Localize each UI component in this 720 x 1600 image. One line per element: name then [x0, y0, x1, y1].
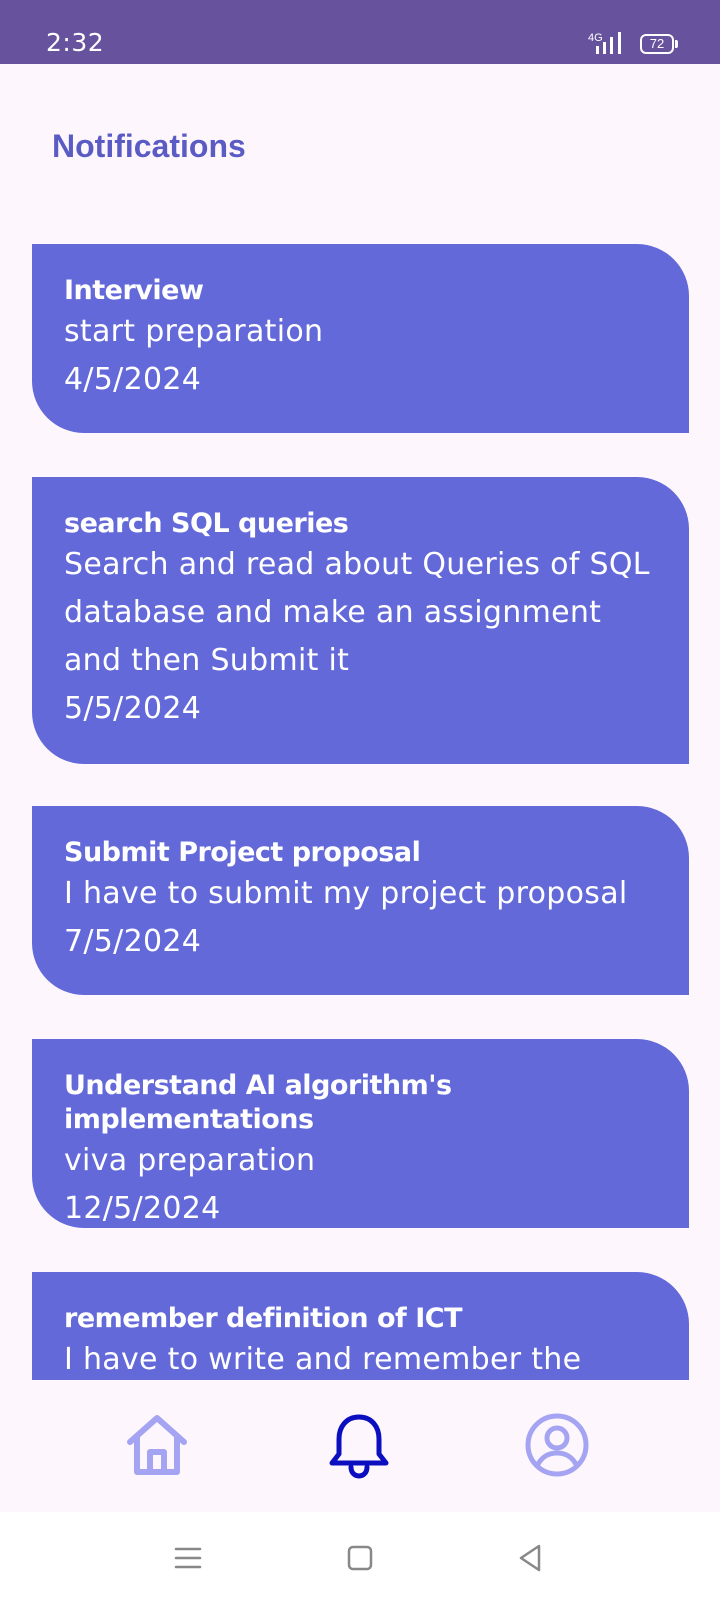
- notification-list[interactable]: Interview start preparation 4/5/2024 sea…: [0, 244, 720, 1380]
- battery-level: 72: [649, 36, 665, 51]
- home-icon: [127, 1415, 187, 1475]
- account-circle-icon: [525, 1413, 589, 1477]
- notification-card[interactable]: Submit Project proposal I have to submit…: [32, 806, 689, 995]
- notification-date: 5/5/2024: [64, 691, 202, 726]
- battery-cap: [675, 40, 678, 48]
- notification-body: I have to submit my project proposal: [64, 876, 628, 911]
- notification-date: 7/5/2024: [64, 924, 202, 959]
- system-navigation-bar: [0, 1512, 720, 1600]
- notification-date: 4/5/2024: [64, 362, 202, 397]
- notification-body: I have to write and remember the: [64, 1342, 582, 1377]
- bell-icon: [329, 1414, 389, 1479]
- notification-body: start preparation: [64, 314, 324, 349]
- notification-body: Search and read about Queries of SQL dat…: [64, 547, 650, 678]
- battery-icon: 72: [640, 34, 674, 54]
- notification-body: viva preparation: [64, 1143, 316, 1178]
- notification-date: 12/5/2024: [64, 1191, 221, 1226]
- notification-card[interactable]: Understand AI algorithm's implementation…: [32, 1039, 689, 1228]
- page-title: Notifications: [52, 128, 246, 164]
- status-time: 2:32: [46, 28, 105, 57]
- notification-card[interactable]: remember definition of ICT I have to wri…: [32, 1272, 689, 1380]
- notification-card[interactable]: Interview start preparation 4/5/2024: [32, 244, 689, 433]
- signal-icon: 4G: [588, 32, 621, 54]
- menu-icon[interactable]: [170, 1540, 206, 1576]
- notification-title: Interview: [64, 275, 204, 306]
- status-bar: 2:32 4G 72: [0, 0, 720, 64]
- nav-home[interactable]: [122, 1410, 192, 1480]
- notification-title: Understand AI algorithm's implementation…: [64, 1070, 452, 1135]
- network-label: 4G: [588, 32, 603, 44]
- bottom-nav: [0, 1380, 720, 1512]
- nav-profile[interactable]: [522, 1410, 592, 1480]
- back-triangle-icon[interactable]: [512, 1540, 548, 1576]
- notification-card[interactable]: search SQL queries Search and read about…: [32, 477, 689, 764]
- notification-title: Submit Project proposal: [64, 837, 421, 868]
- notification-title: remember definition of ICT: [64, 1303, 463, 1334]
- square-icon[interactable]: [342, 1540, 378, 1576]
- notification-title: search SQL queries: [64, 508, 349, 539]
- nav-notifications[interactable]: [324, 1410, 394, 1480]
